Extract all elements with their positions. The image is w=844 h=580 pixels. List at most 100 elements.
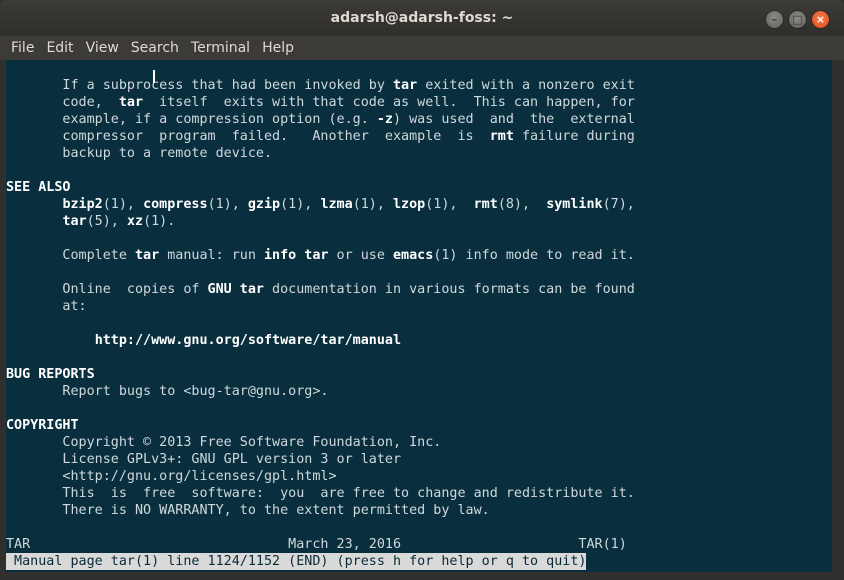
maximize-icon[interactable]: □ <box>788 10 807 29</box>
minimize-icon[interactable]: – <box>765 10 784 29</box>
terminal-line: bzip2(1), compress(1), gzip(1), lzma(1),… <box>6 196 635 213</box>
text-span: (8), <box>497 197 547 212</box>
bold-text: -z <box>376 112 393 127</box>
text-span <box>6 333 95 348</box>
text-span: example, if a compression option (e.g. <box>6 112 377 127</box>
menu-help[interactable]: Help <box>256 36 300 60</box>
text-span: Report bugs to <bug-tar@gnu.org>. <box>6 384 329 399</box>
text-span: or use <box>328 248 393 263</box>
menu-terminal[interactable]: Terminal <box>185 36 256 60</box>
bold-text: tar <box>392 78 418 93</box>
terminal-line: code, tar itself exits with that code as… <box>6 94 635 111</box>
pager-status-line: Manual page tar(1) line 1124/1152 (END) … <box>6 553 587 570</box>
terminal-line: SEE ALSO <box>6 179 635 196</box>
terminal-line: http://www.gnu.org/software/tar/manual <box>6 332 635 349</box>
text-span: backup to a remote device. <box>6 146 273 161</box>
window-title: adarsh@adarsh-foss: ~ <box>330 10 514 26</box>
terminal-line: example, if a compression option (e.g. -… <box>6 111 635 128</box>
text-span: There is NO WARRANTY, to the extent perm… <box>6 503 490 518</box>
text-span: compressor program failed. Another examp… <box>6 129 490 144</box>
text-span: ) was used and the external <box>392 112 635 127</box>
text-span: (1), <box>102 197 144 212</box>
window-right-border <box>832 60 844 580</box>
bold-text: tar <box>135 248 160 263</box>
terminal-line: There is NO WARRANTY, to the extent perm… <box>6 502 635 519</box>
close-icon[interactable]: × <box>811 10 830 29</box>
terminal-line: License GPLv3+: GNU GPL version 3 or lat… <box>6 451 635 468</box>
terminal-line: BUG REPORTS <box>6 366 635 383</box>
bold-text: gzip <box>247 197 281 212</box>
text-span: failure during <box>513 129 635 144</box>
bold-text: symlink <box>546 197 603 212</box>
text-span <box>6 197 62 212</box>
bold-text: BUG REPORTS <box>6 367 95 382</box>
menu-search[interactable]: Search <box>125 36 185 60</box>
menu-file[interactable]: File <box>0 36 40 60</box>
terminal-line: COPYRIGHT <box>6 417 635 434</box>
bold-text: COPYRIGHT <box>6 418 79 433</box>
menu-bar: File Edit View Search Terminal Help <box>0 36 844 60</box>
terminal-window: adarsh@adarsh-foss: ~ – □ × File Edit Vi… <box>0 0 844 580</box>
terminal-line: backup to a remote device. <box>6 145 635 162</box>
bold-text: tar <box>118 95 144 110</box>
man-page-text: If a subprocess that had been invoked by… <box>6 77 635 553</box>
text-span: at: <box>6 299 87 314</box>
terminal-line: <http://gnu.org/licenses/gpl.html> <box>6 468 635 485</box>
bold-text: bzip2 <box>62 197 103 212</box>
bold-text: compress <box>143 197 208 212</box>
text-span: (1), <box>425 197 474 212</box>
bold-text: rmt <box>489 129 514 144</box>
bold-text: rmt <box>473 197 498 212</box>
terminal-line: at: <box>6 298 635 315</box>
text-span: (1), <box>207 197 248 212</box>
text-span: Copyright © 2013 Free Software Foundatio… <box>6 435 442 450</box>
bold-text: GNU tar <box>207 282 264 297</box>
terminal-line: tar(5), xz(1). <box>6 213 635 230</box>
text-span: code, <box>6 95 119 110</box>
text-span: (5), <box>86 214 127 229</box>
bold-text: SEE ALSO <box>6 180 71 195</box>
terminal-line: Online copies of GNU tar documentation i… <box>6 281 635 298</box>
text-span: <http://gnu.org/licenses/gpl.html> <box>6 469 337 484</box>
text-span: (1). <box>143 214 176 229</box>
text-span: Online copies of <box>6 282 208 297</box>
text-span: License GPLv3+: GNU GPL version 3 or lat… <box>6 452 402 467</box>
terminal-area[interactable]: If a subprocess that had been invoked by… <box>6 60 832 572</box>
terminal-line: Complete tar manual: run info tar or use… <box>6 247 635 264</box>
menu-edit[interactable]: Edit <box>40 36 79 60</box>
text-span: (1), <box>280 197 321 212</box>
bold-text: lzop <box>393 197 426 212</box>
text-span: documentation in various formats can be … <box>263 282 635 297</box>
bold-text: info tar <box>264 248 329 263</box>
bold-text: http://www.gnu.org/software/tar/manual <box>94 333 402 348</box>
terminal-line: If a subprocess that had been invoked by… <box>6 77 635 94</box>
menu-view[interactable]: View <box>80 36 125 60</box>
text-span: (7), <box>602 197 635 212</box>
window-bottom-border <box>0 572 844 580</box>
text-span: If a subprocess that had been invoked by <box>6 78 393 93</box>
terminal-line: This is free software: you are free to c… <box>6 485 635 502</box>
terminal-line: Report bugs to <bug-tar@gnu.org>. <box>6 383 635 400</box>
text-span: Complete <box>6 248 135 263</box>
bold-text: emacs <box>393 248 434 263</box>
window-controls: – □ × <box>765 10 830 29</box>
terminal-line: compressor program failed. Another examp… <box>6 128 635 145</box>
bold-text: lzma <box>320 197 353 212</box>
text-span: (1), <box>352 197 393 212</box>
text-span <box>6 214 62 229</box>
mouse-cursor-icon <box>153 70 155 83</box>
terminal-line: TAR March 23, 2016 TAR(1) <box>6 536 635 553</box>
text-span: This is free software: you are free to c… <box>6 486 635 501</box>
title-bar[interactable]: adarsh@adarsh-foss: ~ – □ × <box>0 0 844 36</box>
bold-text: xz <box>126 214 144 229</box>
text-span: TAR March 23, 2016 TAR(1) <box>6 537 627 552</box>
bold-text: tar <box>62 214 87 229</box>
text-span: (1) info mode to read it. <box>433 248 635 263</box>
